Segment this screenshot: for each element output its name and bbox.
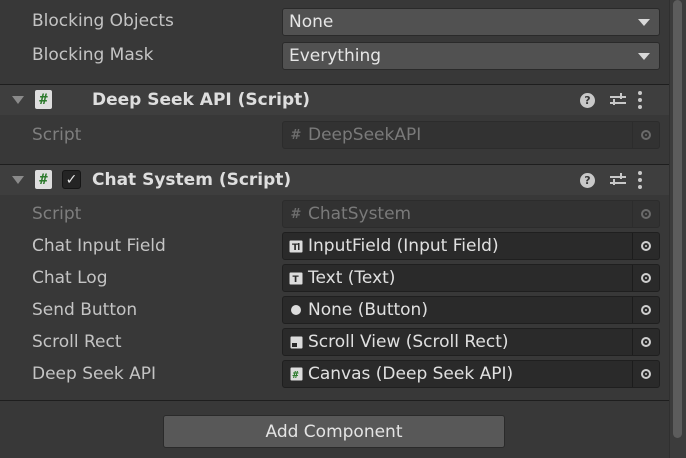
header-icons: ? — [580, 91, 642, 109]
blocking-objects-dropdown[interactable]: None — [282, 8, 660, 36]
object-picker-icon[interactable] — [632, 265, 659, 291]
send-button-label: Send Button — [32, 300, 138, 320]
blocking-objects-value: None — [289, 12, 334, 32]
scrollbar-thumb[interactable] — [673, 0, 682, 438]
chevron-down-icon — [638, 52, 650, 60]
foldout-arrow-icon[interactable] — [12, 176, 24, 184]
send-button-field[interactable]: None (Button) — [282, 296, 660, 324]
scroll-rect-field[interactable]: Scroll View (Scroll Rect) — [282, 328, 660, 356]
deepseek-component-title: Deep Seek API (Script) — [92, 90, 311, 110]
send-button-value: None (Button) — [308, 300, 428, 320]
presets-icon[interactable] — [610, 93, 626, 107]
svg-text:T: T — [292, 243, 299, 253]
presets-icon[interactable] — [610, 173, 626, 187]
object-picker-icon — [632, 122, 659, 148]
blocking-mask-dropdown[interactable]: Everything — [282, 42, 660, 70]
help-icon[interactable]: ? — [580, 92, 595, 108]
svg-text:#: # — [292, 370, 298, 381]
object-picker-icon[interactable] — [632, 233, 659, 259]
blocking-mask-value: Everything — [289, 46, 382, 66]
help-icon[interactable]: ? — [580, 172, 595, 188]
input-field-icon: T — [289, 239, 303, 253]
foldout-arrow-icon[interactable] — [12, 96, 24, 104]
divider — [0, 400, 669, 401]
context-menu-icon[interactable] — [638, 171, 642, 189]
scroll-rect-label: Scroll Rect — [32, 332, 122, 352]
chat-input-field-value: InputField (Input Field) — [308, 236, 499, 256]
object-picker-icon[interactable] — [632, 329, 659, 355]
chevron-down-icon — [638, 18, 650, 26]
deepseek-component-header[interactable]: # Deep Seek API (Script) ? — [0, 84, 669, 115]
blocking-mask-label: Blocking Mask — [32, 45, 154, 65]
blocking-objects-label: Blocking Objects — [32, 11, 174, 31]
chat-system-component-title: Chat System (Script) — [92, 170, 292, 190]
deep-seek-api-field[interactable]: # Canvas (Deep Seek API) — [282, 360, 660, 388]
script-icon: # — [290, 206, 302, 222]
deepseek-script-value: DeepSeekAPI — [308, 125, 422, 145]
svg-text:T: T — [293, 275, 300, 285]
chat-script-field: # ChatSystem — [282, 200, 660, 228]
chat-script-value: ChatSystem — [308, 204, 412, 224]
script-icon: # — [35, 90, 52, 109]
chat-log-value: Text (Text) — [308, 268, 396, 288]
chat-input-field-field[interactable]: T InputField (Input Field) — [282, 232, 660, 260]
scroll-rect-icon — [289, 335, 303, 349]
header-icons: ? — [580, 171, 642, 189]
script-icon: # — [35, 170, 52, 189]
object-picker-icon[interactable] — [632, 361, 659, 387]
context-menu-icon[interactable] — [638, 91, 642, 109]
chat-script-label: Script — [32, 204, 82, 224]
deepseek-script-label: Script — [32, 125, 82, 145]
chat-log-label: Chat Log — [32, 268, 108, 288]
text-icon: T — [289, 271, 303, 285]
chat-input-field-label: Chat Input Field — [32, 236, 166, 256]
add-component-button[interactable]: Add Component — [163, 415, 505, 448]
script-icon: # — [289, 367, 303, 381]
chat-system-component-header[interactable]: # ✓ Chat System (Script) ? — [0, 164, 669, 195]
object-picker-icon — [632, 201, 659, 227]
script-icon: # — [290, 127, 302, 143]
button-icon — [289, 303, 303, 317]
deep-seek-api-value: Canvas (Deep Seek API) — [308, 364, 514, 384]
deep-seek-api-label: Deep Seek API — [32, 364, 157, 384]
chat-log-field[interactable]: T Text (Text) — [282, 264, 660, 292]
enabled-checkbox[interactable]: ✓ — [62, 170, 81, 189]
object-picker-icon[interactable] — [632, 297, 659, 323]
deepseek-script-field: # DeepSeekAPI — [282, 121, 660, 149]
scroll-rect-value: Scroll View (Scroll Rect) — [308, 332, 509, 352]
